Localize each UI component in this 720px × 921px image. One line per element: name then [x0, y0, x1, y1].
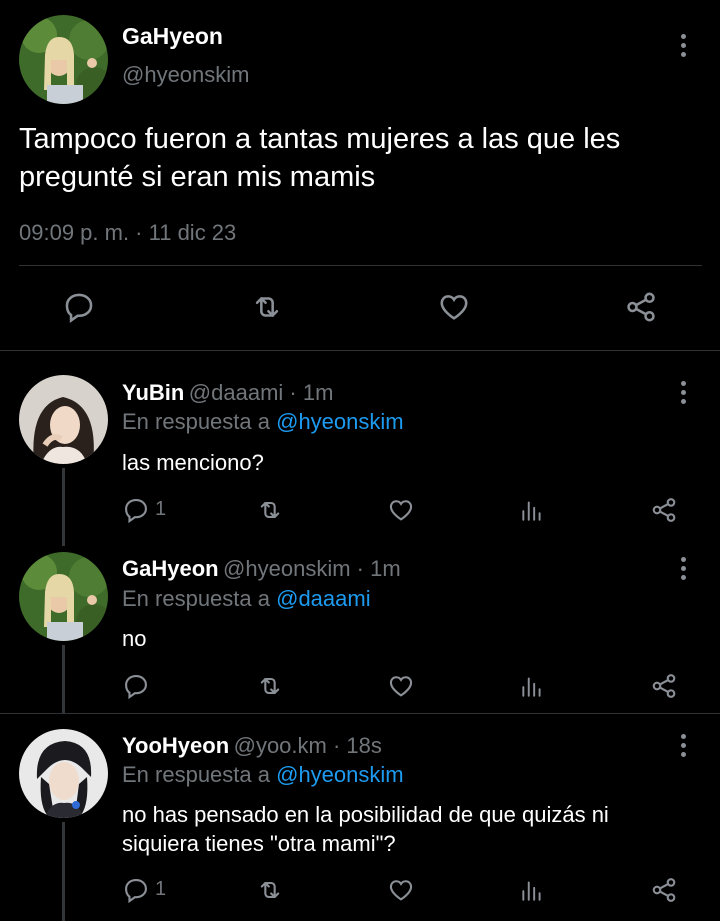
thread-line: [62, 468, 65, 546]
retweet-icon[interactable]: [255, 876, 285, 904]
like-icon[interactable]: [386, 496, 416, 524]
reply-prefix: En respuesta a: [122, 409, 270, 434]
main-divider: [19, 265, 702, 266]
reply-icon[interactable]: [62, 290, 96, 324]
reply-context: En respuesta a @daaami: [122, 586, 371, 612]
reply-header: YuBin @daaami · 1m: [122, 380, 333, 406]
thread-line: [62, 822, 65, 921]
reply-icon[interactable]: [122, 672, 150, 700]
reply-context: En respuesta a @hyeonskim: [122, 762, 404, 788]
main-tweet-text: Tampoco fueron a tantas mujeres a las qu…: [19, 120, 699, 196]
reply-text-line-2: siquiera tienes "otra mami"?: [122, 831, 396, 856]
reply-count: 1: [155, 498, 167, 520]
analytics-icon[interactable]: [519, 876, 545, 904]
reply-author-meta[interactable]: @hyeonskim · 1m: [223, 556, 401, 581]
main-timestamp[interactable]: 09:09 p. m. · 11 dic 23: [19, 220, 236, 246]
reply-author-meta[interactable]: @daaami · 1m: [189, 380, 334, 405]
main-tweet-line-1: Tampoco fueron a tantas mujeres a las qu…: [19, 123, 621, 155]
reply-prefix: En respuesta a: [122, 762, 270, 787]
reply-author-meta[interactable]: @yoo.km · 18s: [234, 733, 382, 758]
main-author-handle[interactable]: @hyeonskim: [122, 62, 250, 88]
reply-author-name[interactable]: YooHyeon: [122, 733, 229, 758]
section-divider: [0, 350, 720, 351]
more-options-icon[interactable]: [678, 34, 688, 57]
reply-avatar[interactable]: [19, 552, 108, 641]
share-icon[interactable]: [650, 876, 678, 904]
analytics-icon[interactable]: [519, 496, 545, 524]
reply-text: no: [122, 626, 147, 651]
like-icon[interactable]: [386, 672, 416, 700]
reply-avatar[interactable]: [19, 375, 108, 464]
reply-author-name[interactable]: YuBin: [122, 380, 184, 405]
more-options-icon[interactable]: [678, 381, 688, 404]
retweet-icon[interactable]: [249, 290, 285, 324]
reply-header: YooHyeon @yoo.km · 18s: [122, 733, 382, 759]
main-author-name[interactable]: GaHyeon: [122, 23, 223, 50]
share-icon[interactable]: [650, 672, 678, 700]
reply-count: 1: [155, 878, 167, 900]
reply-icon[interactable]: [122, 876, 150, 904]
main-tweet-line-2: pregunté si eran mis mamis: [19, 161, 376, 193]
main-avatar[interactable]: [19, 15, 108, 104]
reply-to-link[interactable]: @hyeonskim: [276, 409, 404, 434]
analytics-icon[interactable]: [519, 672, 545, 700]
reply-avatar[interactable]: [19, 729, 108, 818]
reply-context: En respuesta a @hyeonskim: [122, 409, 404, 435]
more-options-icon[interactable]: [678, 557, 688, 580]
thread-line: [62, 645, 65, 713]
like-icon[interactable]: [436, 290, 472, 324]
reply-text-line-1: no has pensado en la posibilidad de que …: [122, 802, 609, 827]
share-icon[interactable]: [624, 290, 658, 324]
reply-text: las menciono?: [122, 450, 264, 475]
reply-author-name[interactable]: GaHyeon: [122, 556, 219, 581]
reply-prefix: En respuesta a: [122, 586, 270, 611]
share-icon[interactable]: [650, 496, 678, 524]
reply-to-link[interactable]: @hyeonskim: [276, 762, 404, 787]
reply-to-link[interactable]: @daaami: [276, 586, 371, 611]
section-divider: [0, 713, 720, 714]
retweet-icon[interactable]: [255, 496, 285, 524]
like-icon[interactable]: [386, 876, 416, 904]
more-options-icon[interactable]: [678, 734, 688, 757]
reply-text: no has pensado en la posibilidad de que …: [122, 800, 702, 858]
reply-header: GaHyeon @hyeonskim · 1m: [122, 556, 401, 582]
reply-icon[interactable]: [122, 496, 150, 524]
retweet-icon[interactable]: [255, 672, 285, 700]
